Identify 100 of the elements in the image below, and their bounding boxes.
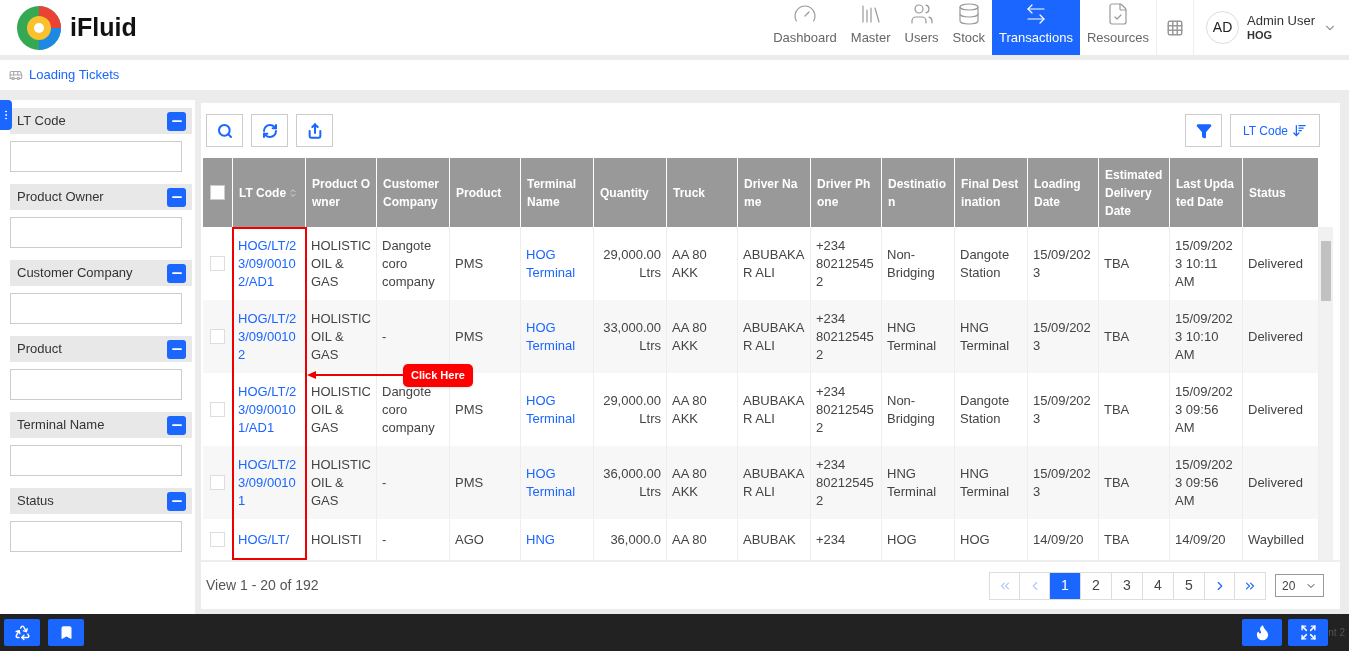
collapse-button[interactable] (167, 491, 186, 511)
table-cell-text: HNG Terminal (960, 464, 1011, 501)
page-size-select[interactable]: 20 (1275, 574, 1324, 597)
table-cell-text: 15/09/2023 (1033, 318, 1092, 355)
table-link[interactable]: HOG Terminal (526, 464, 588, 501)
document-icon (1106, 1, 1130, 26)
table-cell-text: 15/09/2023 09:56 AM (1175, 382, 1234, 437)
table-link[interactable]: HOG/LT/23/09/00101/AD1 (238, 382, 300, 437)
page-button[interactable]: 1 (1050, 572, 1081, 599)
table-cell-text: 15/09/2023 10:11 AM (1175, 236, 1234, 291)
table-cell: Delivered (1248, 327, 1303, 346)
apps-grid-icon[interactable] (1166, 18, 1185, 37)
table-cell-text: Dangote Station (960, 245, 1011, 282)
table-link[interactable]: HOG/LT/23/09/00102/AD1 (238, 236, 300, 291)
export-button[interactable] (296, 114, 333, 147)
nav-tab[interactable]: Resources (1079, 0, 1157, 55)
page-button[interactable]: 5 (1174, 572, 1205, 599)
table-cell: TBA (1104, 400, 1130, 419)
table-link[interactable]: HOG/LT/23/09/00102 (238, 309, 300, 364)
users-icon (909, 1, 934, 26)
coin-stack-icon (956, 1, 981, 26)
table-cell-text: 36,000.00 Ltrs (602, 464, 661, 501)
table-cell-text: +234 802125452 (816, 455, 875, 510)
page-button[interactable]: 4 (1143, 572, 1174, 599)
table-cell: 36,000.0 (610, 530, 661, 549)
table-link[interactable]: HOG Terminal (526, 318, 588, 355)
collapse-button[interactable] (167, 339, 186, 359)
user-org: HOG (1247, 28, 1274, 43)
table-cell: HOLISTI (311, 530, 362, 549)
table-link[interactable]: HOG Terminal (526, 391, 588, 428)
filter-label: Status (17, 492, 54, 511)
nav-tab[interactable]: Transactions (992, 0, 1080, 55)
collapse-button[interactable] (167, 415, 186, 435)
table-cell: HOLISTIC OIL & GAS (311, 309, 371, 364)
table-cell: ABUBAKAR ALI (743, 245, 805, 282)
filter-label: LT Code (17, 112, 66, 131)
table-cell: TBA (1104, 473, 1130, 492)
table-cell-text: +234 802125452 (816, 309, 875, 364)
table-cell: HOLISTIC OIL & GAS (311, 382, 371, 437)
table-cell-text: Dangote coro company (382, 236, 436, 291)
table-link[interactable]: HOG/LT/23/09/00101 (238, 455, 300, 510)
bus-icon (9, 68, 23, 82)
row-checkbox[interactable] (210, 532, 225, 547)
table-cell: Waybilled (1248, 530, 1304, 549)
sort-descending-icon (1292, 123, 1307, 138)
table-cell: ABUBAKAR ALI (743, 464, 805, 501)
nav-tab[interactable]: Stock (945, 0, 992, 55)
row-checkbox[interactable] (210, 256, 225, 271)
table-cell-text: +234 802125452 (816, 236, 875, 291)
select-all-checkbox[interactable] (210, 185, 225, 200)
table-cell: ABUBAKAR ALI (743, 391, 805, 428)
nav-tab[interactable]: Users (897, 0, 946, 55)
nav-tab[interactable]: Dashboard (766, 0, 844, 55)
table-cell: Delivered (1248, 473, 1303, 492)
collapse-button[interactable] (167, 187, 186, 207)
table-cell: TBA (1104, 254, 1130, 273)
filter-label: Customer Company (17, 264, 133, 283)
filter-button[interactable] (1185, 114, 1223, 147)
filter-input[interactable] (10, 445, 182, 476)
filter-input[interactable] (10, 217, 182, 248)
table-link[interactable]: HOG/LT/ (238, 530, 290, 549)
table-cell-text: +234 802125452 (816, 382, 875, 437)
table-cell-text: Non-Bridging (887, 391, 936, 428)
expand-icon (1299, 624, 1317, 641)
table-cell: HOLISTIC OIL & GAS (311, 455, 371, 510)
sort-button[interactable]: LT Code (1230, 114, 1320, 147)
bookmark-button[interactable] (48, 619, 84, 646)
table-cell: - (382, 327, 387, 346)
page-button[interactable]: 2 (1081, 572, 1112, 599)
bookmark-icon (58, 625, 74, 640)
row-checkbox[interactable] (210, 475, 225, 490)
table-cell-text: 33,000.00 Ltrs (602, 318, 661, 355)
flame-button[interactable] (1242, 619, 1283, 646)
filter-input[interactable] (10, 521, 182, 552)
scrollbar[interactable] (1319, 227, 1333, 560)
fullscreen-button[interactable] (1288, 619, 1329, 646)
table-cell: AA 80 (672, 530, 707, 549)
recycle-icon (13, 624, 31, 641)
filter-input[interactable] (10, 141, 182, 172)
breadcrumb-link[interactable]: Loading Tickets (29, 65, 120, 85)
arrow-icon (307, 370, 403, 381)
row-checkbox[interactable] (210, 402, 225, 417)
table-cell: - (382, 473, 387, 492)
recycle-button[interactable] (4, 619, 40, 646)
row-checkbox[interactable] (210, 329, 225, 344)
table-cell: HOG (887, 530, 917, 549)
table-cell: 14/09/20 (1033, 530, 1084, 549)
table-link[interactable]: HOG Terminal (526, 245, 588, 282)
search-button[interactable] (206, 114, 243, 147)
collapse-button[interactable] (167, 111, 186, 131)
nav-tab[interactable]: Master (843, 0, 898, 55)
export-icon (306, 122, 323, 139)
sidebar-toggle[interactable] (0, 100, 12, 130)
page-button[interactable]: 3 (1112, 572, 1143, 599)
column-header[interactable]: LT Code (233, 158, 306, 227)
filter-input[interactable] (10, 369, 182, 400)
refresh-button[interactable] (251, 114, 288, 147)
filter-input[interactable] (10, 293, 182, 324)
table-link[interactable]: HNG (526, 530, 555, 549)
collapse-button[interactable] (167, 263, 186, 283)
